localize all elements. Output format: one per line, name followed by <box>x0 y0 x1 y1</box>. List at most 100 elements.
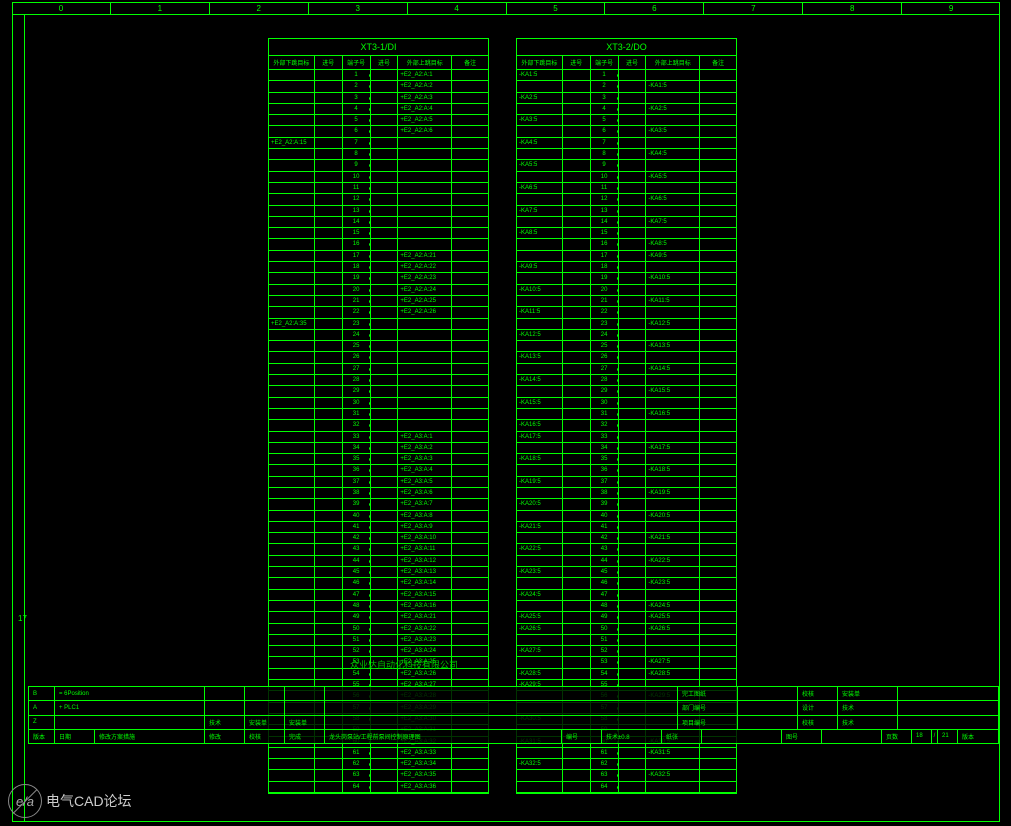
terminal-row: 45+E2_A3:A:13 <box>269 567 488 578</box>
terminal-row: -KA26:550-KA26:5 <box>517 624 736 635</box>
terminal-row: 29-KA15:5 <box>517 386 736 397</box>
terminal-row: 24 <box>269 330 488 341</box>
terminal-row: +E2_A2:A:157 <box>269 138 488 149</box>
terminal-row: -KA32:562 <box>517 759 736 770</box>
col-header: 进号 <box>563 56 591 69</box>
terminal-row: 28 <box>269 375 488 386</box>
terminal-row: -KA22:543 <box>517 544 736 555</box>
terminal-row: 35+E2_A3:A:3 <box>269 454 488 465</box>
terminal-row: 3+E2_A2:A:3 <box>269 93 488 104</box>
terminal-row: 4-KA2:5 <box>517 104 736 115</box>
terminal-row: -KA10:520 <box>517 285 736 296</box>
terminal-row: 8 <box>269 149 488 160</box>
table-title-di: XT3-1/DI <box>269 39 488 56</box>
terminal-row: 38-KA19:5 <box>517 488 736 499</box>
terminal-row: 51+E2_A3:A:23 <box>269 635 488 646</box>
terminal-row: 64+E2_A3:A:36 <box>269 782 488 793</box>
terminal-row: 16 <box>269 239 488 250</box>
terminal-row: -KA8:515 <box>517 228 736 239</box>
terminal-row: 47+E2_A3:A:15 <box>269 590 488 601</box>
terminal-row: 42+E2_A3:A:10 <box>269 533 488 544</box>
ruler-cell: 3 <box>309 2 408 14</box>
ruler-cell: 9 <box>902 2 1000 14</box>
terminal-row: -KA7:513 <box>517 206 736 217</box>
terminal-row: 12-KA6:5 <box>517 194 736 205</box>
terminal-row: 2-KA1:5 <box>517 81 736 92</box>
terminal-row: 61+E2_A3:A:33 <box>269 748 488 759</box>
terminal-row: 29 <box>269 386 488 397</box>
col-header: 外部下跳目标 <box>517 56 563 69</box>
terminal-row: 46-KA23:5 <box>517 578 736 589</box>
terminal-row: 27-KA14:5 <box>517 364 736 375</box>
terminal-row: -KA27:552 <box>517 646 736 657</box>
col-header: 端子号 <box>343 56 371 69</box>
terminal-row: -KA13:526 <box>517 352 736 363</box>
ruler-cell: 2 <box>210 2 309 14</box>
terminal-row: -KA11:522 <box>517 307 736 318</box>
terminal-row: -KA3:55 <box>517 115 736 126</box>
terminal-row: -KA15:530 <box>517 398 736 409</box>
terminal-row: -KA14:528 <box>517 375 736 386</box>
terminal-row: 8-KA4:5 <box>517 149 736 160</box>
terminal-row: -KA19:537 <box>517 477 736 488</box>
col-header: 备注 <box>700 56 736 69</box>
ruler-left <box>12 15 25 822</box>
ruler-cell: 5 <box>507 2 606 14</box>
terminal-row: 40-KA20:5 <box>517 511 736 522</box>
terminal-row: 48-KA24:5 <box>517 601 736 612</box>
tb-rev: B <box>29 687 55 700</box>
ruler-cell: 8 <box>803 2 902 14</box>
terminal-row: 12 <box>269 194 488 205</box>
ruler-cell: 4 <box>408 2 507 14</box>
terminal-row: -KA18:535 <box>517 454 736 465</box>
terminal-row: +E2_A2:A:3523 <box>269 319 488 330</box>
terminal-row: -KA4:57 <box>517 138 736 149</box>
terminal-row: 14-KA7:5 <box>517 217 736 228</box>
terminal-row: 31 <box>269 409 488 420</box>
ruler-cell: 7 <box>704 2 803 14</box>
terminal-row: 16-KA8:5 <box>517 239 736 250</box>
terminal-row: 6+E2_A2:A:6 <box>269 126 488 137</box>
ruler-cell: 6 <box>605 2 704 14</box>
terminal-row: -KA6:511 <box>517 183 736 194</box>
table-header-di: 外部下跳目标进号端子号进号外部上跳目标备注 <box>269 56 488 70</box>
col-header: 端子号 <box>591 56 619 69</box>
terminal-row: 27 <box>269 364 488 375</box>
terminal-row: 2+E2_A2:A:2 <box>269 81 488 92</box>
drawing-title: 龙头岗泵站/工程前泵间控制原理图 <box>325 730 562 743</box>
page-total: 21 <box>938 730 958 743</box>
terminal-row: 63+E2_A3:A:35 <box>269 770 488 781</box>
terminal-row: 5+E2_A2:A:5 <box>269 115 488 126</box>
terminal-table-di: XT3-1/DI 外部下跳目标进号端子号进号外部上跳目标备注 1+E2_A2:A… <box>268 38 489 794</box>
terminal-row: 43+E2_A3:A:11 <box>269 544 488 555</box>
terminal-row: -KA21:541 <box>517 522 736 533</box>
terminal-row: 44+E2_A3:A:12 <box>269 556 488 567</box>
company-overlay-text: 众业达自动化科技有限公司 <box>350 658 458 671</box>
ruler-top: 0123456789 <box>12 2 1000 15</box>
terminal-row: 41+E2_A3:A:9 <box>269 522 488 533</box>
col-header: 备注 <box>452 56 488 69</box>
terminal-row: 10 <box>269 172 488 183</box>
col-header: 外部上跳目标 <box>398 56 452 69</box>
terminal-row: -KA28:554-KA28:5 <box>517 669 736 680</box>
terminal-row: 40+E2_A3:A:8 <box>269 511 488 522</box>
terminal-row: -KA20:539 <box>517 499 736 510</box>
terminal-row: 11 <box>269 183 488 194</box>
watermark-logo-icon: e/a <box>8 784 42 818</box>
terminal-row: 17+E2_A2:A:21 <box>269 251 488 262</box>
terminal-row: 34-KA17:5 <box>517 443 736 454</box>
terminal-row: 62+E2_A3:A:34 <box>269 759 488 770</box>
terminal-row: 32 <box>269 420 488 431</box>
watermark: e/a 电气CAD论坛 <box>8 784 132 818</box>
terminal-row: 23-KA12:5 <box>517 319 736 330</box>
terminal-row: 44-KA22:5 <box>517 556 736 567</box>
terminal-row: 10-KA5:5 <box>517 172 736 183</box>
terminal-row: -KA23:545 <box>517 567 736 578</box>
terminal-table-do: XT3-2/DO 外部下跳目标进号端子号进号外部上跳目标备注 -KA1:512-… <box>516 38 737 794</box>
col-header: 进号 <box>371 56 399 69</box>
terminal-row: 46+E2_A3:A:14 <box>269 578 488 589</box>
terminal-row: 61-KA31:5 <box>517 748 736 759</box>
terminal-row: 37+E2_A3:A:5 <box>269 477 488 488</box>
terminal-row: 26 <box>269 352 488 363</box>
terminal-row: 13 <box>269 206 488 217</box>
